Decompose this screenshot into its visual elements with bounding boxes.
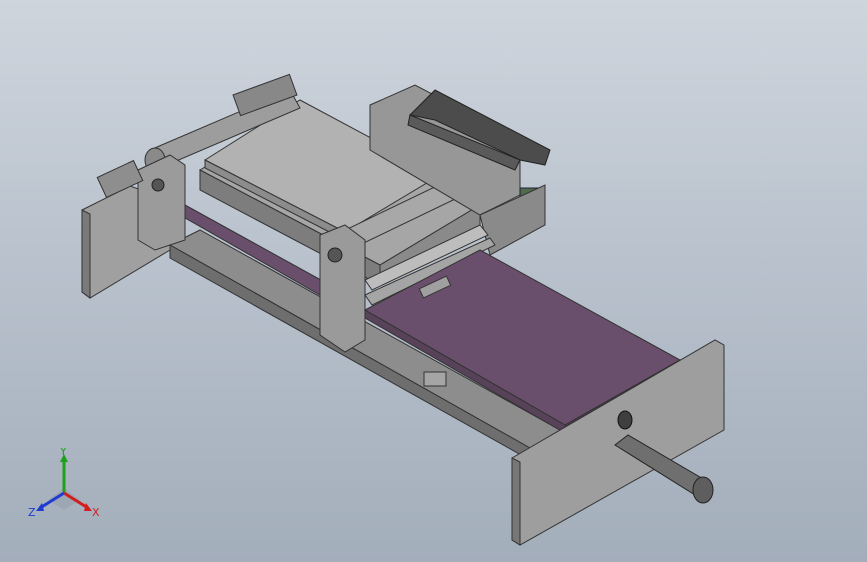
left-support-block xyxy=(137,154,186,251)
shaft-end-knob xyxy=(692,476,714,504)
triad-z-arrow xyxy=(36,503,44,511)
triad-x-label: X xyxy=(92,506,100,519)
bottom-clamp xyxy=(423,371,447,387)
triad-y-label: Y xyxy=(59,448,67,458)
center-support xyxy=(319,224,366,353)
triad-x-arrow xyxy=(84,503,92,511)
shaft-base-nut xyxy=(617,410,633,430)
right-end-plate-face xyxy=(511,457,521,546)
3d-viewport[interactable]: Y X Z xyxy=(0,0,867,562)
left-block-hole xyxy=(151,178,165,192)
orientation-triad[interactable]: Y X Z xyxy=(22,448,106,524)
left-end-plate-face xyxy=(81,209,91,299)
cad-model-assembly[interactable] xyxy=(0,0,867,562)
triad-z-label: Z xyxy=(28,506,36,519)
center-support-hole xyxy=(327,247,343,263)
